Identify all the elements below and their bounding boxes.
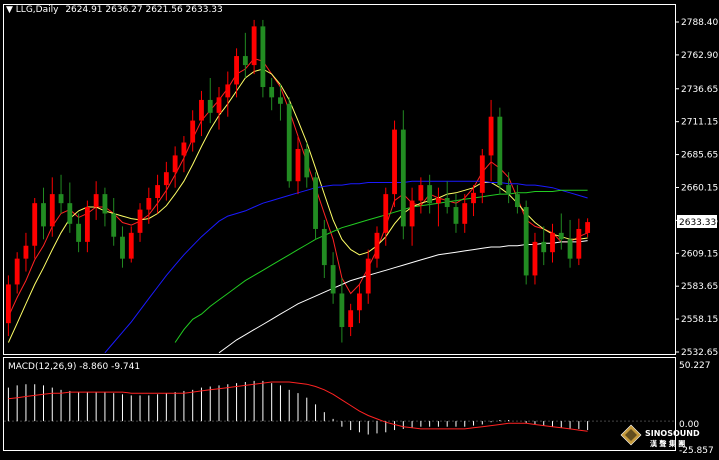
candle-body (111, 213, 117, 237)
candle-body (400, 129, 406, 227)
candle-body (128, 232, 134, 259)
candle-body (137, 209, 143, 233)
candle-body (514, 194, 520, 208)
candle-body (278, 97, 283, 104)
candle-body (550, 232, 555, 253)
price-tick-label: 2685.65 (681, 151, 718, 161)
price-tick-label: 2788.40 (681, 18, 718, 28)
candle-body (120, 236, 125, 259)
candle-body (558, 232, 564, 240)
candle-body (313, 177, 318, 229)
dropdown-triangle-icon[interactable]: ▼ (6, 5, 13, 15)
candle-body (304, 148, 310, 178)
candle-body (225, 84, 231, 98)
macd-indicator (4, 380, 675, 435)
candle-body (567, 239, 573, 259)
candle-body (14, 258, 20, 285)
symbol-label: LLG,Daily (15, 5, 59, 15)
chart-canvas: 2788.40 2762.90 2736.65 2711.15 2685.65 2660.… (3, 4, 718, 456)
candle-body (23, 245, 29, 259)
candle-body (585, 222, 591, 233)
price-tick-label: 2532.65 (681, 348, 718, 358)
candle-body (497, 116, 503, 186)
candle-body (295, 148, 301, 182)
candle-body (488, 116, 494, 156)
candle-body (479, 155, 485, 193)
candle-body (67, 203, 73, 224)
candle-body (155, 185, 160, 198)
candle-body (330, 265, 336, 294)
candle-body (260, 26, 266, 88)
candle-body (286, 103, 292, 182)
ma-line-ma120 (218, 240, 588, 354)
candle-body (102, 194, 108, 214)
ohlc-values: 2624.91 2636.27 2621.56 2633.33 (65, 5, 223, 15)
candle-body (84, 207, 90, 242)
candle-body (506, 185, 512, 195)
candle-body (357, 293, 362, 311)
price-tick-label: 2558.15 (681, 315, 718, 325)
current-price-marker: 2633.33 (677, 215, 717, 228)
candle-body (392, 129, 397, 195)
price-tick-label: 2583.65 (681, 282, 718, 292)
candle-body (199, 99, 204, 121)
candle-body (146, 198, 152, 210)
candle-body (348, 310, 354, 328)
candle-body (76, 223, 82, 242)
candle-body (207, 99, 213, 113)
candle-body (5, 284, 11, 324)
candle-body (436, 198, 441, 204)
candle-body (93, 194, 99, 208)
candle-body (163, 172, 169, 186)
candle-body (172, 155, 178, 173)
sinosound-logo: SINOSOUND 漢 聲 集 團 (620, 424, 700, 448)
logo-text: SINOSOUND (645, 429, 700, 438)
candles (5, 19, 591, 343)
candle-body (269, 87, 275, 98)
candle-body (58, 194, 64, 204)
current-price-label: 2633.33 (679, 218, 716, 228)
candle-body (216, 97, 222, 113)
candle-body (251, 26, 257, 66)
candle-body (444, 198, 450, 208)
candle-body (523, 207, 529, 276)
candle-body (321, 228, 327, 266)
candle-body (49, 194, 55, 227)
price-tick-label: 2711.15 (681, 118, 718, 128)
logo-subtext: 漢 聲 集 團 (650, 439, 685, 448)
candle-body (576, 228, 582, 259)
candle-body (383, 194, 389, 233)
candle-body (242, 56, 248, 66)
price-tick-label: 2660.15 (681, 183, 718, 193)
chart-header: ▼ LLG,Daily 2624.91 2636.27 2621.56 2633… (6, 5, 223, 15)
macd-header: MACD(12,26,9) -8.860 -9.741 (8, 362, 141, 372)
candle-body (339, 293, 345, 328)
candle-body (32, 203, 38, 246)
candle-body (234, 56, 239, 85)
candle-body (190, 120, 196, 143)
candle-body (374, 232, 380, 259)
price-tick-label: 2762.90 (681, 51, 718, 61)
candle-body (532, 241, 538, 276)
candle-body (181, 142, 187, 156)
macd-top-tick: 50.227 (679, 361, 711, 371)
candle-body (471, 192, 476, 204)
candle-body (453, 207, 459, 224)
candle-body (427, 185, 433, 204)
candle-body (462, 203, 468, 224)
candle-body (41, 203, 46, 227)
candle-body (365, 258, 371, 294)
price-axis: 2788.40 2762.90 2736.65 2711.15 2685.65 2660.… (675, 18, 718, 358)
candle-body (409, 200, 415, 227)
candle-body (541, 241, 547, 253)
price-tick-label: 2609.15 (681, 249, 718, 259)
candle-body (418, 185, 424, 201)
price-tick-label: 2736.65 (681, 85, 718, 95)
